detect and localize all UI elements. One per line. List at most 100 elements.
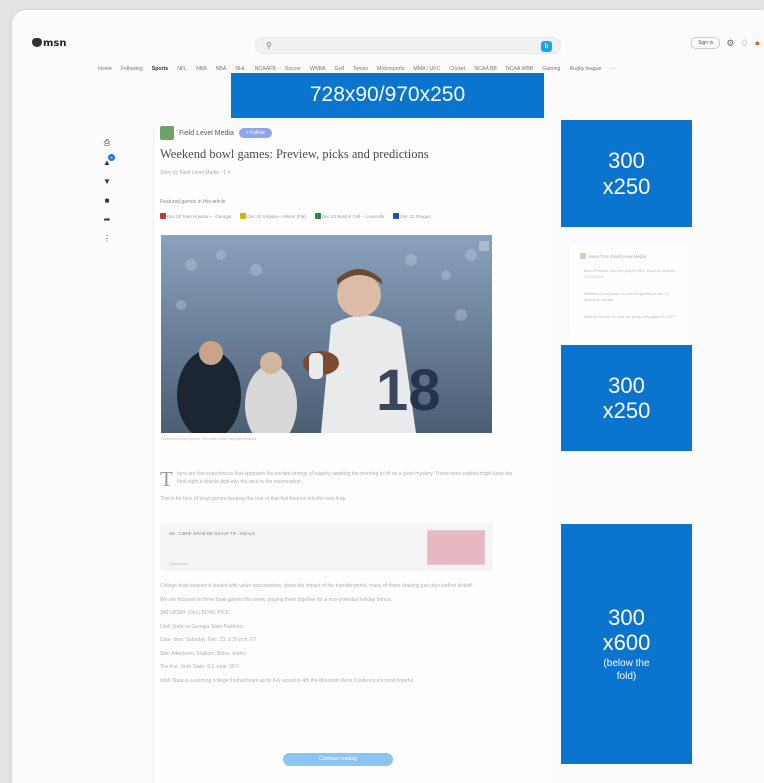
featured-game-chip[interactable]: Dec 23 Boston Coll -- Louisville — [314, 213, 385, 219]
top-right-actions: Sign in ⚙ ♢ ● — [691, 37, 760, 49]
nav-item[interactable]: NBA — [196, 66, 207, 72]
dislike-icon[interactable]: ▼ — [103, 177, 111, 186]
embed-thumbnail — [427, 530, 485, 565]
team-logo-icon — [393, 213, 400, 219]
nav-item[interactable]: Sports — [152, 66, 168, 72]
team-logo-icon — [314, 213, 321, 219]
search-bar[interactable]: ⚲ b — [255, 37, 561, 54]
related-item[interactable]: Utah at Florida St: see our picks, key g… — [584, 314, 680, 320]
article-paragraph: This is for fans of bowl games keeping t… — [160, 496, 347, 502]
ad-size-line2: x600 — [602, 630, 651, 655]
nav-item[interactable]: NFL — [177, 66, 187, 72]
article-line: Utah State vs Georgia State Panthers — [160, 623, 244, 630]
nav-item[interactable]: NCAAFB — [255, 66, 276, 72]
like-count-badge: 6 — [108, 154, 116, 161]
svg-text:18: 18 — [376, 358, 441, 423]
sponsored-embed[interactable]: DK · CBRE GRAB BE SCALP TO · DEALS Spons… — [160, 523, 493, 571]
nav-item[interactable]: Following — [121, 66, 143, 72]
related-stories-card: More from Field Level Media Bowl Preview… — [570, 244, 688, 344]
logo-text: msn — [43, 38, 67, 49]
ad-slot-top-banner[interactable]: 728x90/970x250 — [231, 73, 544, 118]
ad-size-line1: 300 — [608, 372, 645, 398]
nav-item[interactable]: NCAA BB — [474, 66, 497, 72]
ad-note-line1: (below the — [603, 658, 650, 670]
nav-item[interactable]: Rugby league — [569, 66, 601, 72]
butterfly-icon — [32, 38, 42, 47]
nav-item[interactable]: NCAA WBB — [506, 66, 533, 72]
quarterback-photo-illustration: 18 — [161, 235, 492, 433]
search-icon: ⚲ — [266, 41, 272, 50]
left-action-rail: ⎙ ▲ 6 ▼ ■ ➦ ⋮ — [100, 138, 116, 243]
related-header: More from Field Level Media — [580, 253, 646, 259]
featured-games-label: Featured games in this article — [160, 199, 226, 205]
article-line: The line: Utah State -3.5, total: 58.5 — [160, 664, 239, 670]
nav-item[interactable]: NHL — [235, 66, 245, 72]
nav-item[interactable]: NBA — [216, 66, 227, 72]
ad-size-line2: x250 — [602, 173, 651, 199]
featured-game-text: Dec 22 Sam Houston -- Georgia — [167, 214, 232, 219]
article-body-lines: College bowl season is loaded with value… — [160, 583, 510, 691]
team-logo-icon — [160, 213, 166, 219]
article-byline: Story by Field Level Media · 1 h — [160, 170, 231, 176]
drop-cap: T — [160, 467, 173, 491]
article-photo[interactable]: 18 — [161, 235, 492, 433]
article-line: Date, time: Saturday, Dec. 23, 1:30 p.m.… — [160, 637, 257, 643]
embed-footer: Sponsored — [169, 561, 189, 566]
sports-nav: Home Following Sports NFL NBA NBA NHL NCAAFB Soc… — [98, 66, 616, 72]
ad-slot-right-3[interactable]: 300 x600 (below the fold) — [561, 524, 692, 764]
featured-game-chip[interactable]: Dec 22 Sam Houston -- Georgia — [160, 213, 231, 219]
like-icon[interactable]: ▲ 6 — [103, 154, 116, 167]
print-icon[interactable]: ⎙ — [104, 138, 110, 148]
article-paragraph: here are few experiences that approach t… — [177, 471, 513, 485]
signin-button[interactable]: Sign in — [691, 37, 721, 49]
ad-size-line2: x250 — [602, 398, 651, 423]
embed-title: DK · CBRE GRAB BE SCALP TO · DEALS — [169, 531, 256, 536]
rewards-icon[interactable]: ♢ — [740, 38, 748, 49]
nav-item[interactable]: ··· — [610, 66, 615, 72]
ad-note: (below the fold) — [603, 657, 649, 683]
article-line: Utah State is a winning college football… — [160, 677, 415, 684]
nav-item[interactable]: Home — [98, 66, 112, 72]
article-line: We are focused on three bowl games this … — [160, 596, 392, 603]
featured-game-chip[interactable]: Dec 22 Virginia -- Miami (Fla) — [240, 213, 306, 219]
related-item[interactable]: Bowl Preview: who we picked SEC Bowl in … — [584, 268, 680, 281]
ad-size-line1: 300 — [608, 604, 645, 630]
featured-game-text: Dec 22 Virginia -- Miami (Fla) — [247, 214, 306, 219]
bing-icon[interactable]: b — [541, 41, 552, 52]
nav-item[interactable]: Tennis — [353, 66, 368, 72]
comment-icon[interactable]: ■ — [105, 196, 110, 205]
related-header-text: More from Field Level Media — [589, 254, 647, 259]
publisher-logo-icon[interactable] — [160, 126, 174, 140]
follow-button[interactable]: + Follow — [238, 128, 272, 138]
article-line: SATURDAY (Dec) BOWL PICK — [160, 610, 229, 616]
nav-item[interactable]: WNBA — [310, 66, 326, 72]
gear-icon[interactable]: ⚙ — [726, 38, 734, 49]
publisher-logo-icon — [580, 253, 586, 259]
msn-logo[interactable]: msn — [32, 38, 67, 49]
nav-item[interactable]: Gaming — [542, 66, 560, 72]
nav-item[interactable]: MMA / UFC — [413, 66, 440, 72]
ad-size-line1: 300 — [608, 148, 645, 174]
article-headline: Weekend bowl games: Preview, picks and p… — [160, 147, 429, 161]
share-icon[interactable]: ➦ — [104, 215, 111, 224]
nav-item[interactable]: Motorsports — [377, 66, 404, 72]
publisher-name[interactable]: Field Level Media — [179, 130, 234, 137]
ad-slot-right-1[interactable]: 300 x250 — [561, 120, 692, 227]
more-icon[interactable]: ⋮ — [103, 234, 111, 243]
nav-item[interactable]: Golf — [335, 66, 345, 72]
featured-games-row: Dec 22 Sam Houston -- Georgia Dec 22 Virg… — [160, 213, 431, 219]
publisher-row: Field Level Media + Follow — [160, 126, 272, 140]
article-line: College bowl season is loaded with value… — [160, 583, 474, 589]
team-logo-icon — [240, 213, 247, 219]
photo-caption: Weekend bowl games: Preview, picks and p… — [161, 436, 257, 441]
featured-game-text: Dec 23 Oregon — [400, 214, 431, 219]
featured-game-text: Dec 23 Boston Coll -- Louisville — [321, 214, 385, 219]
ad-size-label: 728x90/970x250 — [309, 83, 466, 107]
nav-item[interactable]: Cricket — [449, 66, 465, 72]
continue-reading-button[interactable]: Continue reading — [283, 753, 393, 766]
featured-game-chip[interactable]: Dec 23 Oregon — [393, 213, 431, 219]
nav-item[interactable]: Soccer — [285, 66, 301, 72]
ad-slot-right-2[interactable]: 300 x250 — [561, 345, 692, 451]
notification-icon[interactable]: ● — [755, 38, 760, 48]
related-item[interactable]: Weekend bowl picks to look for games in … — [584, 291, 680, 304]
